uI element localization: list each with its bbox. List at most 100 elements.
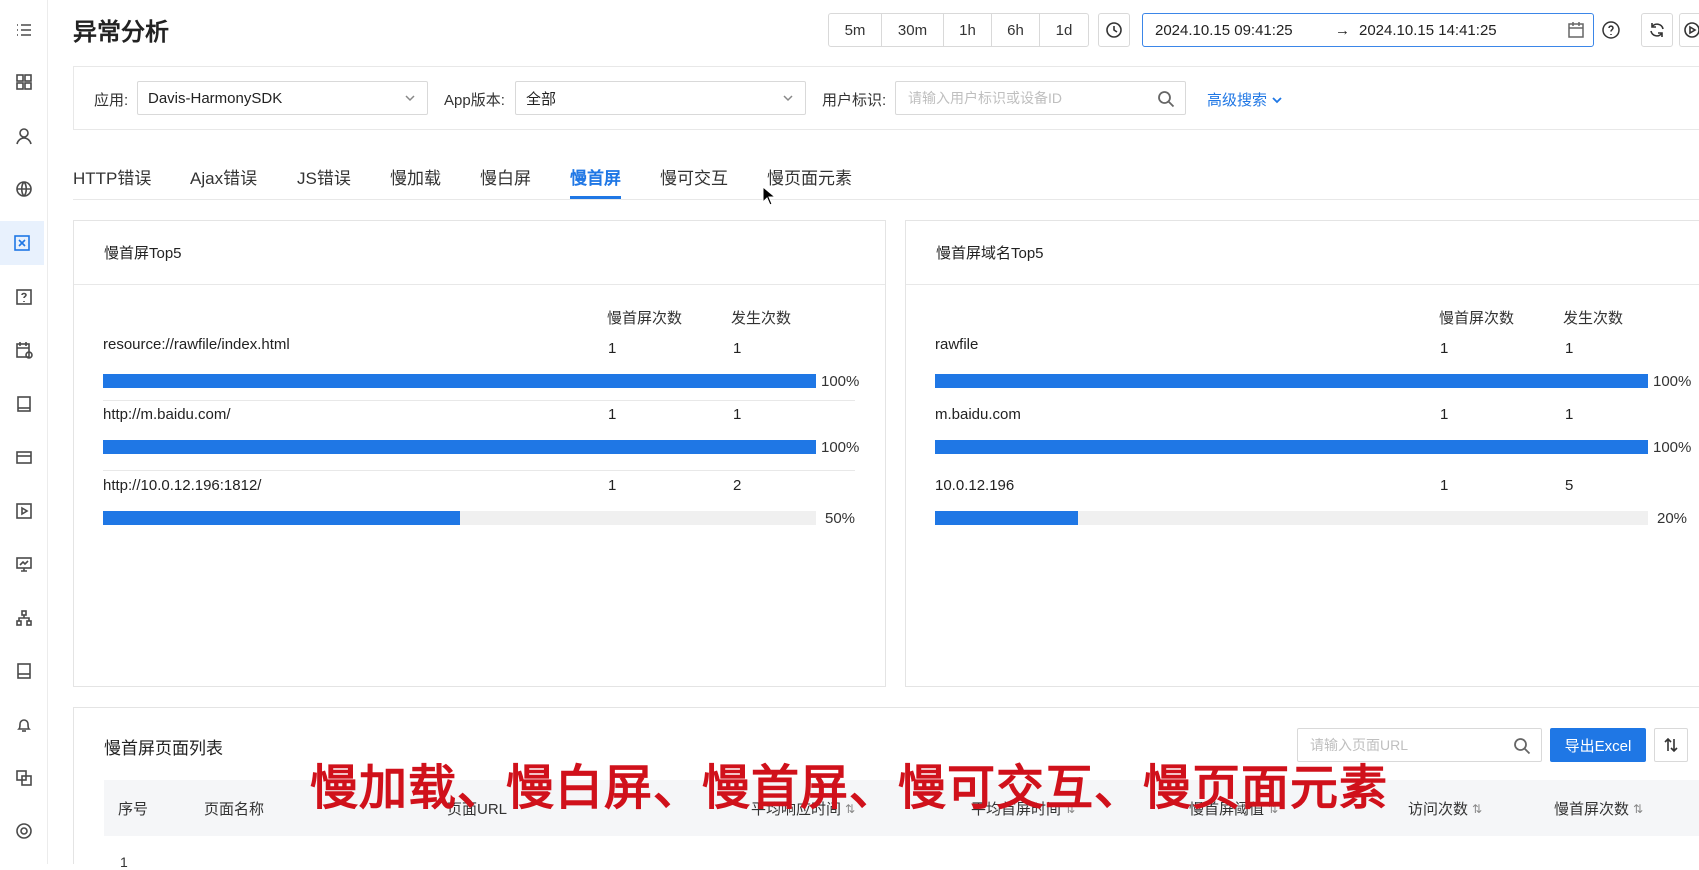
calendar-icon[interactable] bbox=[10, 336, 38, 364]
time-range-buttons: 5m 30m 1h 6h 1d bbox=[828, 13, 1089, 47]
col-slow-count: 慢首屏次数 bbox=[1439, 310, 1515, 327]
tab-http-error[interactable]: HTTP错误 bbox=[73, 164, 151, 189]
app-label: 应用: bbox=[94, 92, 129, 109]
user-id-placeholder: 请输入用户标识或设备ID bbox=[908, 90, 1062, 106]
calendar-icon bbox=[1567, 21, 1585, 43]
search-icon[interactable] bbox=[1157, 90, 1175, 111]
play-icon[interactable] bbox=[10, 497, 38, 525]
sort-icon bbox=[1664, 737, 1678, 753]
top5-item-slow: 1 bbox=[608, 477, 617, 494]
range-6h-button[interactable]: 6h bbox=[992, 14, 1040, 46]
user-icon[interactable] bbox=[10, 122, 38, 150]
top5-item-count: 1 bbox=[733, 406, 742, 423]
error-type-tabs: HTTP错误 Ajax错误 JS错误 慢加载 慢白屏 慢首屏 慢可交互 慢页面元… bbox=[73, 150, 1699, 200]
tab-ajax-error[interactable]: Ajax错误 bbox=[190, 164, 257, 189]
bell-icon[interactable] bbox=[10, 711, 38, 739]
domain-item-bar bbox=[935, 511, 1648, 525]
domain-item-bar bbox=[935, 374, 1648, 388]
th-index: 序号 bbox=[118, 801, 149, 818]
th-page-name: 页面名称 bbox=[204, 801, 265, 818]
monitor-icon[interactable] bbox=[10, 550, 38, 578]
tab-slow-interactive[interactable]: 慢可交互 bbox=[660, 164, 728, 189]
row-divider bbox=[103, 470, 855, 471]
domain-item-count: 5 bbox=[1565, 477, 1574, 494]
version-select-value: 全部 bbox=[526, 90, 557, 108]
app-select[interactable]: Davis-HarmonySDK bbox=[137, 81, 428, 115]
export-excel-button[interactable]: 导出Excel bbox=[1550, 728, 1646, 762]
dashboard-icon[interactable] bbox=[10, 68, 38, 96]
top5-item-bar-fill bbox=[103, 511, 460, 525]
range-1h-button[interactable]: 1h bbox=[944, 14, 992, 46]
panel-title: 慢首屏Top5 bbox=[74, 221, 885, 285]
domain-item-name: 10.0.12.196 bbox=[935, 477, 1015, 494]
start-datetime: 2024.10.15 09:41:25 bbox=[1155, 21, 1293, 39]
refresh-icon bbox=[1650, 23, 1664, 37]
filter-bar: 应用: Davis-HarmonySDK App版本: 全部 用户标识: 请输入… bbox=[73, 66, 1699, 130]
clock-icon bbox=[1106, 22, 1122, 38]
autoplay-button[interactable] bbox=[1679, 13, 1699, 47]
card-icon[interactable] bbox=[10, 443, 38, 471]
col-slow-count: 慢首屏次数 bbox=[607, 310, 683, 327]
sort-icon: ⇅ bbox=[1633, 801, 1644, 816]
top5-item-bar-fill bbox=[103, 374, 816, 388]
tab-slow-first-screen[interactable]: 慢首屏 bbox=[570, 164, 621, 189]
top5-item-bar bbox=[103, 374, 816, 388]
panel-title: 慢首屏域名Top5 bbox=[906, 221, 1699, 285]
tab-js-error[interactable]: JS错误 bbox=[297, 164, 351, 189]
range-30m-button[interactable]: 30m bbox=[882, 14, 944, 46]
version-label: App版本: bbox=[444, 92, 505, 109]
device-icon[interactable] bbox=[10, 657, 38, 685]
date-range-picker[interactable]: 2024.10.15 09:41:25 → 2024.10.15 14:41:2… bbox=[1142, 13, 1594, 47]
domain-item-bar-fill bbox=[935, 440, 1648, 454]
top5-item-name: resource://rawfile/index.html bbox=[103, 336, 290, 353]
settings-icon[interactable] bbox=[10, 817, 38, 845]
user-id-input[interactable]: 请输入用户标识或设备ID bbox=[895, 81, 1186, 115]
tab-slow-load[interactable]: 慢加载 bbox=[390, 164, 441, 189]
range-5m-button[interactable]: 5m bbox=[829, 14, 882, 46]
topology-icon[interactable] bbox=[10, 604, 38, 632]
tab-slow-white-screen[interactable]: 慢白屏 bbox=[480, 164, 531, 189]
domain-item-count: 1 bbox=[1565, 406, 1574, 423]
th-visit-count[interactable]: 访问次数 ⇅ bbox=[1408, 798, 1482, 819]
advanced-search-label: 高级搜索 bbox=[1207, 92, 1268, 109]
domain-item-bar-fill bbox=[935, 511, 1078, 525]
version-select[interactable]: 全部 bbox=[515, 81, 806, 115]
tab-slow-page-elements[interactable]: 慢页面元素 bbox=[767, 164, 852, 189]
search-icon[interactable] bbox=[1513, 737, 1531, 758]
top5-item-bar bbox=[103, 511, 816, 525]
top5-item-slow: 1 bbox=[608, 340, 617, 357]
help-icon[interactable] bbox=[1601, 20, 1621, 40]
th-slow-count[interactable]: 慢首屏次数 ⇅ bbox=[1554, 798, 1643, 819]
layers-icon[interactable] bbox=[10, 764, 38, 792]
chevron-down-icon bbox=[1272, 96, 1282, 103]
sort-settings-button[interactable] bbox=[1654, 728, 1688, 762]
book-icon[interactable] bbox=[10, 390, 38, 418]
error-icon[interactable] bbox=[0, 221, 44, 265]
question-icon[interactable] bbox=[10, 283, 38, 311]
col-occurrence-count: 发生次数 bbox=[731, 310, 792, 327]
top5-item-name: http://m.baidu.com/ bbox=[103, 406, 231, 423]
top5-item-slow: 1 bbox=[608, 406, 617, 423]
advanced-search-link[interactable]: 高级搜索 bbox=[1207, 89, 1283, 110]
top5-item-percent: 50% bbox=[825, 510, 856, 527]
domain-item-count: 1 bbox=[1565, 340, 1574, 357]
user-id-label: 用户标识: bbox=[822, 92, 887, 109]
sort-icon: ⇅ bbox=[1472, 801, 1483, 816]
top5-item-name: http://10.0.12.196:1812/ bbox=[103, 477, 262, 494]
domain-item-slow: 1 bbox=[1440, 406, 1449, 423]
play-circle-icon bbox=[1683, 22, 1699, 38]
top5-item-count: 1 bbox=[733, 340, 742, 357]
domain-item-slow: 1 bbox=[1440, 340, 1449, 357]
refresh-button[interactable] bbox=[1641, 13, 1673, 47]
domain-item-percent: 20% bbox=[1657, 510, 1688, 527]
end-datetime: 2024.10.15 14:41:25 bbox=[1359, 21, 1497, 39]
range-1d-button[interactable]: 1d bbox=[1040, 14, 1088, 46]
domain-item-bar-fill bbox=[935, 374, 1648, 388]
globe-icon[interactable] bbox=[10, 175, 38, 203]
history-button[interactable] bbox=[1098, 13, 1130, 47]
active-tab-indicator bbox=[570, 196, 621, 199]
top5-item-bar-fill bbox=[103, 440, 816, 454]
menu-icon[interactable] bbox=[10, 16, 38, 44]
top5-item-percent: 100% bbox=[821, 439, 860, 456]
top5-item-bar bbox=[103, 440, 816, 454]
